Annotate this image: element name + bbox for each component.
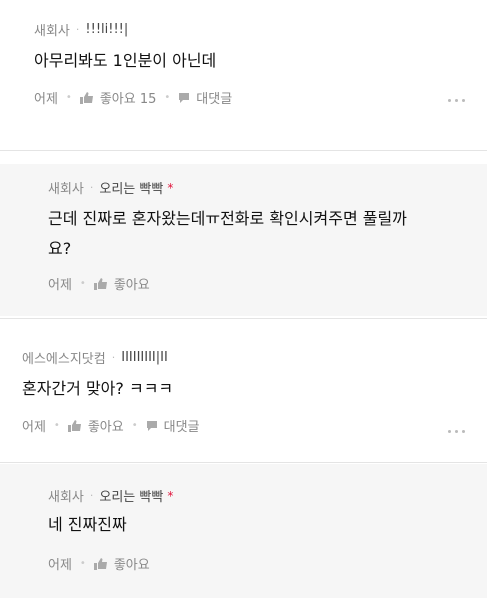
- comment-text-line: 근데 진짜로 혼자왔는데ㅠ전화로 확인시켜주면 풀릴까: [48, 209, 407, 228]
- like-label: 좋아요 15: [99, 92, 157, 107]
- comment-meta: 새회사 · 오리는 빡빡 *: [48, 486, 174, 506]
- divider: [0, 318, 487, 319]
- comment-1: 새회사 · !!!li!!!| 아무리봐도 1인분이 아닌데 어제 • 좋아요 …: [0, 0, 487, 150]
- author-name[interactable]: 새회사: [34, 20, 70, 39]
- comment-time: 어제: [22, 420, 46, 435]
- thumbs-up-icon: [93, 277, 107, 290]
- comment-text: 네 진짜진짜: [48, 515, 127, 534]
- comment-time: 어제: [48, 558, 72, 573]
- like-label: 좋아요: [113, 558, 150, 573]
- more-dots-icon[interactable]: [448, 430, 465, 433]
- comment-text: 혼자간거 맞아? ㅋㅋㅋ: [22, 379, 174, 398]
- like-button[interactable]: 좋아요: [67, 416, 124, 435]
- more-dots-icon[interactable]: [448, 99, 465, 102]
- reply-comment-2: 새회사 · 오리는 빡빡 * 네 진짜진짜 어제 • 좋아요: [0, 464, 487, 598]
- speech-bubble-icon: [179, 92, 190, 103]
- comment-actions: 어제 • 좋아요 15 • 대댓글: [34, 88, 232, 107]
- reply-label: 대댓글: [196, 92, 233, 107]
- comment-actions: 어제 • 좋아요: [48, 554, 150, 573]
- divider: [0, 462, 487, 463]
- like-button[interactable]: 좋아요: [93, 274, 150, 293]
- comment-text-line: 요?: [48, 239, 72, 258]
- comment-actions: 어제 • 좋아요: [48, 274, 150, 293]
- thumbs-up-icon: [79, 91, 93, 104]
- like-label: 좋아요: [113, 278, 150, 293]
- like-label: 좋아요: [87, 420, 124, 435]
- author-name[interactable]: 새회사: [48, 486, 84, 505]
- comment-text: 근데 진짜로 혼자왔는데ㅠ전화로 확인시켜주면 풀릴까 요?: [48, 206, 473, 262]
- thumbs-up-icon: [93, 557, 107, 570]
- reply-button[interactable]: 대댓글: [178, 88, 232, 107]
- like-button[interactable]: 좋아요 15: [79, 88, 157, 107]
- star-badge: *: [167, 488, 174, 503]
- reply-label: 대댓글: [163, 420, 200, 435]
- comment-text: 아무리봐도 1인분이 아닌데: [34, 51, 217, 70]
- comment-2: 에스에스지닷컴 · IIIIIIIII|II 혼자간거 맞아? ㅋㅋㅋ 어제 •…: [0, 320, 487, 462]
- comment-time: 어제: [48, 278, 72, 293]
- reply-button[interactable]: 대댓글: [146, 416, 200, 435]
- author-name[interactable]: 새회사: [48, 178, 84, 197]
- author-nickname[interactable]: 오리는 빡빡: [99, 178, 163, 197]
- comment-actions: 어제 • 좋아요 • 대댓글: [22, 416, 200, 435]
- author-name[interactable]: 에스에스지닷컴: [22, 348, 106, 367]
- thumbs-up-icon: [67, 419, 81, 432]
- comment-time: 어제: [34, 92, 58, 107]
- like-button[interactable]: 좋아요: [93, 554, 150, 573]
- comment-meta: 에스에스지닷컴 · IIIIIIIII|II: [22, 348, 168, 367]
- author-nickname[interactable]: !!!li!!!|: [85, 22, 128, 37]
- author-nickname[interactable]: IIIIIIIII|II: [121, 350, 168, 365]
- author-nickname[interactable]: 오리는 빡빡: [99, 486, 163, 505]
- speech-bubble-icon: [146, 420, 157, 431]
- reply-comment-1: 새회사 · 오리는 빡빡 * 근데 진짜로 혼자왔는데ㅠ전화로 확인시켜주면 풀…: [0, 164, 487, 316]
- comment-meta: 새회사 · 오리는 빡빡 *: [48, 178, 174, 198]
- star-badge: *: [167, 180, 174, 195]
- divider: [0, 150, 487, 151]
- comment-meta: 새회사 · !!!li!!!|: [34, 20, 129, 39]
